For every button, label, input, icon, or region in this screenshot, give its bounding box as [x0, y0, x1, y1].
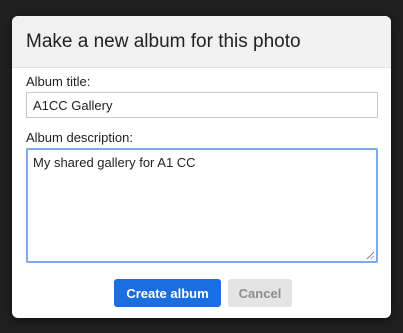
new-album-dialog: Make a new album for this photo Album ti…: [12, 16, 391, 318]
album-title-label: Album title:: [26, 74, 91, 89]
cancel-button[interactable]: Cancel: [228, 279, 292, 307]
dialog-header: Make a new album for this photo: [12, 16, 391, 68]
resize-grip-icon[interactable]: [365, 250, 374, 259]
album-title-input[interactable]: [26, 92, 378, 118]
album-description-textarea[interactable]: My shared gallery for A1 CC: [26, 148, 378, 263]
create-album-button[interactable]: Create album: [114, 279, 221, 307]
album-description-label: Album description:: [26, 130, 133, 145]
dialog-title: Make a new album for this photo: [26, 30, 301, 52]
